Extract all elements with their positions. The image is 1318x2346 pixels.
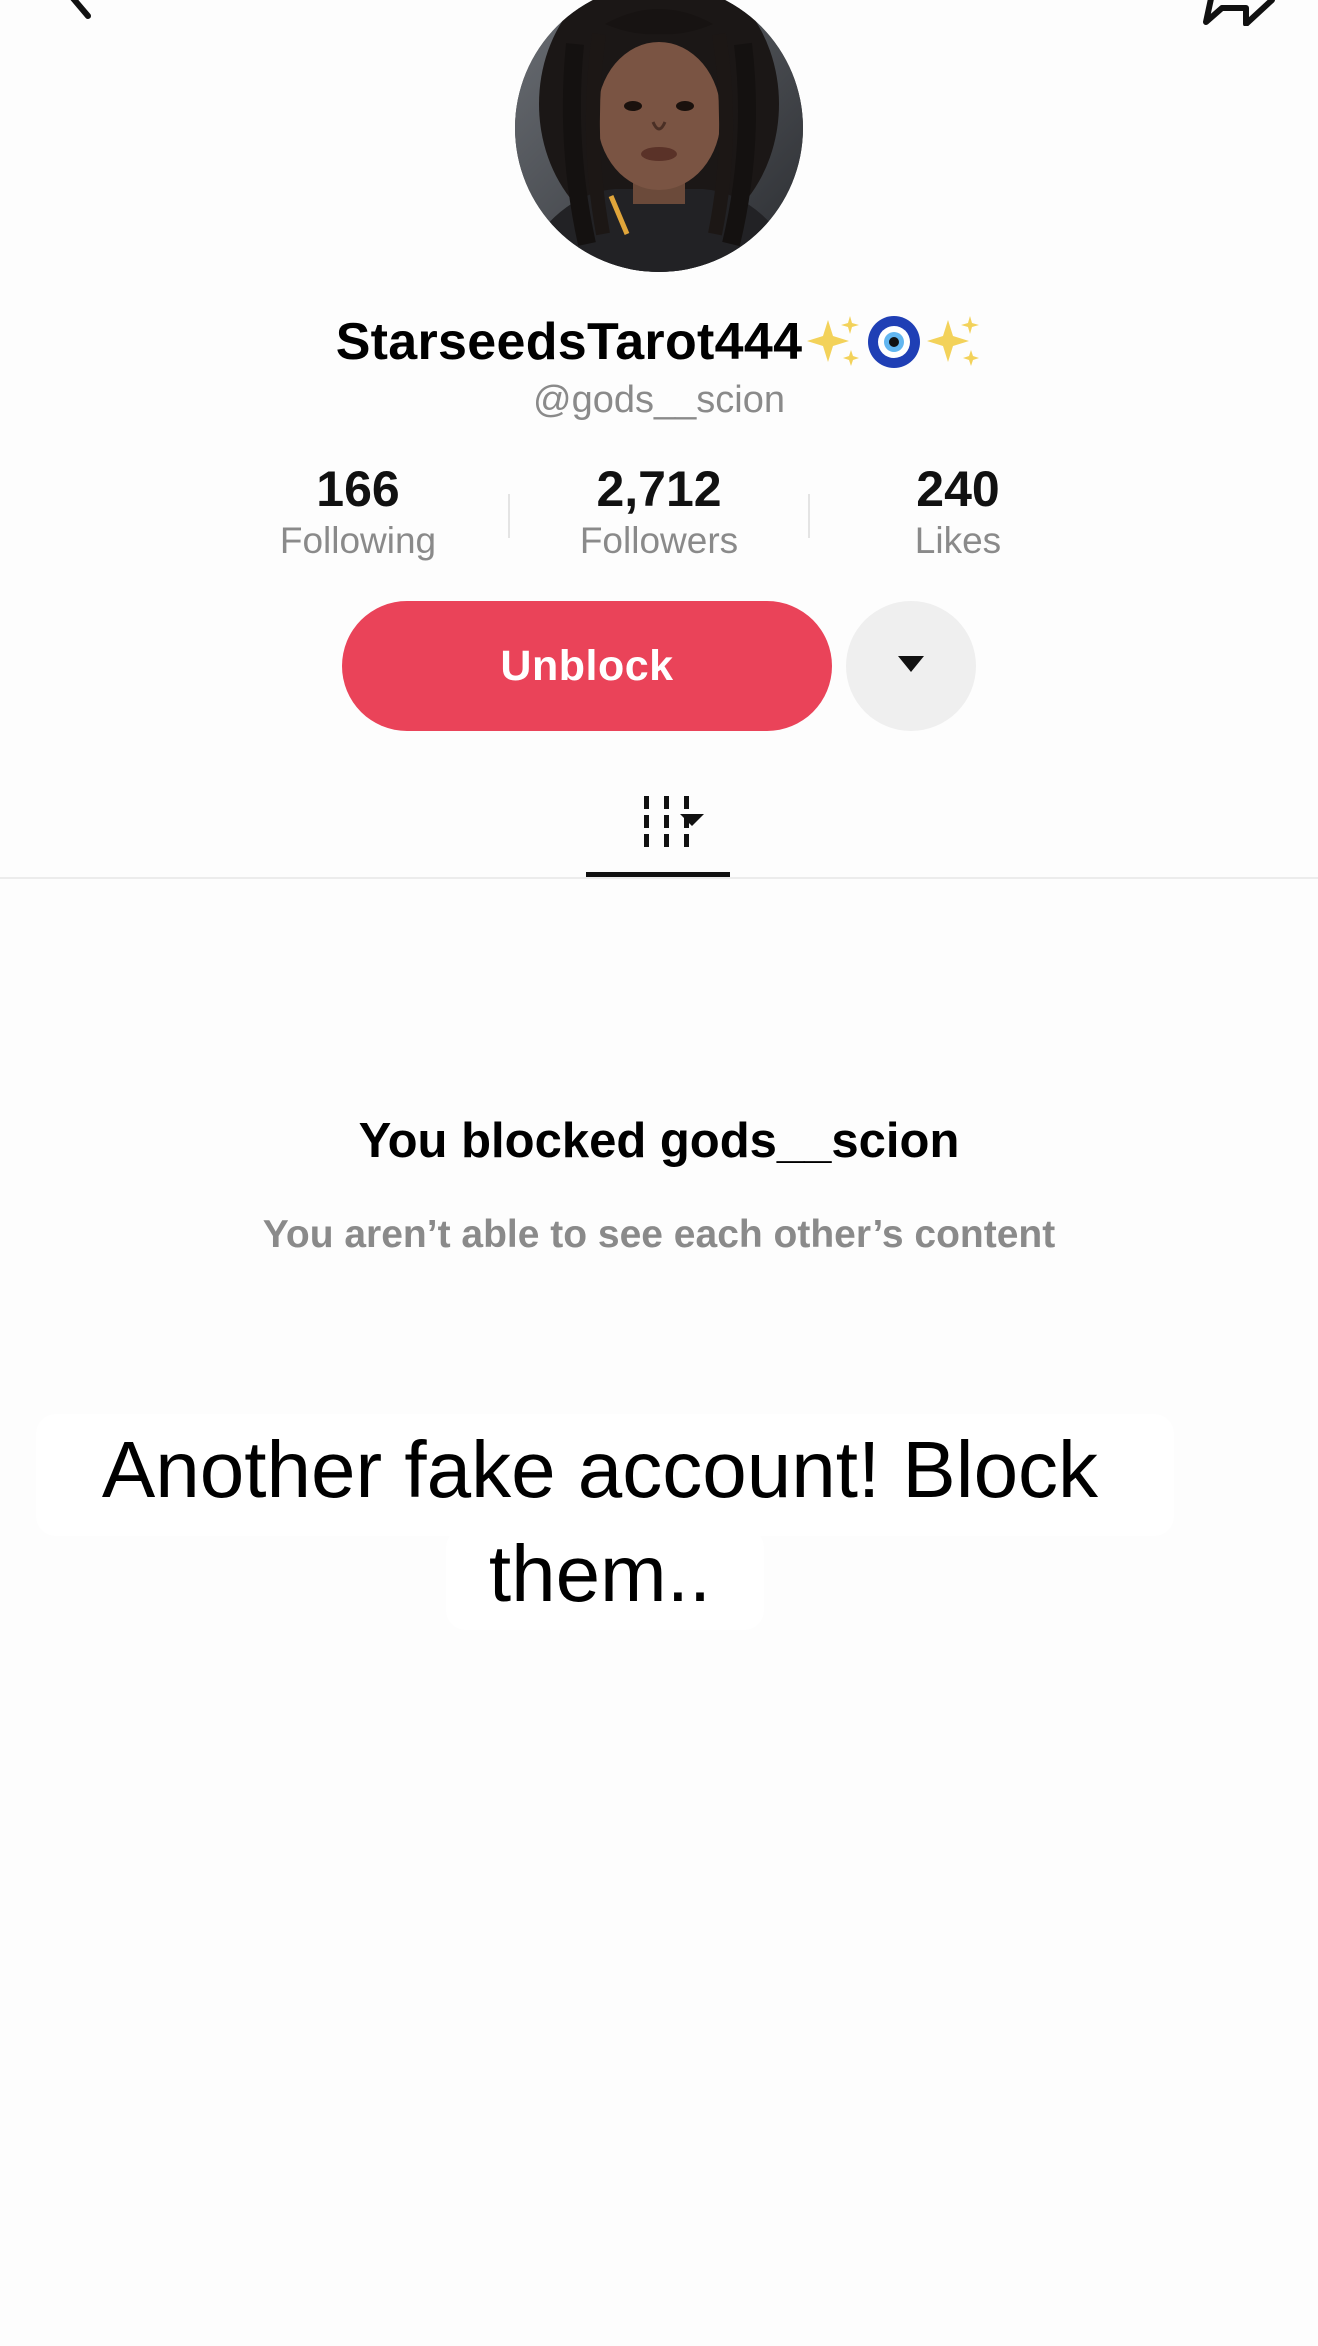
avatar[interactable] [515,0,803,272]
stat-likes-label: Likes [914,520,1002,561]
stat-likes-value: 240 [916,461,1000,517]
blocked-title: You blocked gods__scion [358,1114,960,1168]
display-name: StarseedsTarot444 [335,313,803,371]
unblock-button[interactable]: Unblock [342,601,832,731]
more-options-button[interactable] [846,601,976,731]
caption-text-line-1: Another fake account! Block [101,1425,1099,1514]
blocked-subtitle: You aren’t able to see each other’s cont… [262,1213,1056,1256]
profile-handle: @gods__scion [533,379,785,421]
share-icon[interactable] [1196,0,1276,27]
stat-following[interactable]: 166 Following [208,462,508,563]
tab-divider [0,877,1318,879]
sparkles-icon [806,314,862,370]
stat-followers-label: Followers [579,520,739,561]
tab-caret-icon[interactable] [678,810,706,830]
stat-likes[interactable]: 240 Likes [808,462,1108,563]
stat-followers[interactable]: 2,712 Followers [509,462,809,563]
stat-following-value: 166 [316,461,400,517]
display-name-row: StarseedsTarot444 [0,300,1318,384]
nazar-amulet-icon [866,314,922,370]
caret-down-icon [896,654,926,679]
caption-text-line-2: them.. [488,1529,712,1618]
stat-following-label: Following [279,520,437,561]
stat-followers-value: 2,712 [596,461,722,517]
sparkles-icon [926,314,982,370]
tab-videos[interactable] [586,786,730,878]
back-icon[interactable] [48,0,108,20]
